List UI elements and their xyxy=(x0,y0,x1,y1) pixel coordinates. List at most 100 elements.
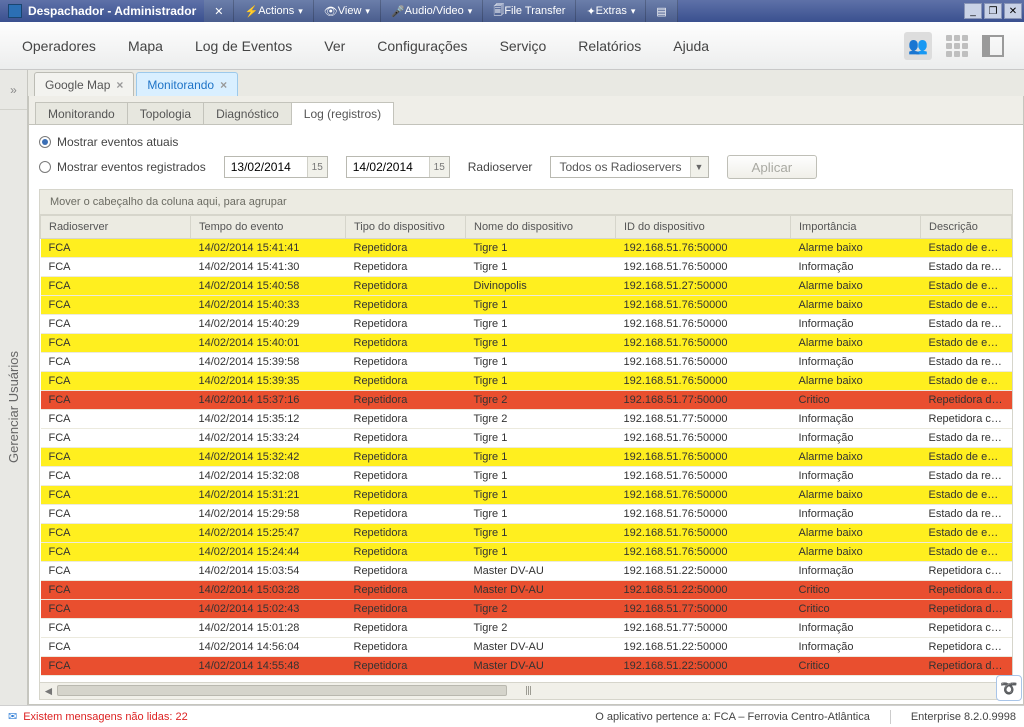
unread-messages[interactable]: ✉ Existem mensagens não lidas: 22 xyxy=(8,710,188,723)
table-row[interactable]: FCA14/02/2014 15:02:43RepetidoraTigre 21… xyxy=(41,600,1012,619)
cell-c1: FCA xyxy=(41,391,191,410)
cell-c4: Tigre 1 xyxy=(466,334,616,353)
menu-configuracoes[interactable]: Configurações xyxy=(361,22,483,69)
table-row[interactable]: FCA14/02/2014 15:40:58RepetidoraDivinopo… xyxy=(41,277,1012,296)
table-row[interactable]: FCA14/02/2014 15:03:28RepetidoraMaster D… xyxy=(41,581,1012,600)
actions-label: Actions xyxy=(258,5,294,17)
table-row[interactable]: FCA14/02/2014 15:25:47RepetidoraTigre 11… xyxy=(41,524,1012,543)
scroll-track[interactable] xyxy=(57,683,995,699)
table-row[interactable]: FCA14/02/2014 15:33:24RepetidoraTigre 11… xyxy=(41,429,1012,448)
col-importancia[interactable]: Importância xyxy=(791,216,921,239)
table-row[interactable]: FCA14/02/2014 14:55:48RepetidoraMaster D… xyxy=(41,657,1012,676)
panel-layout-icon[interactable] xyxy=(982,35,1004,57)
apply-button[interactable]: Aplicar xyxy=(727,155,818,179)
menu-mapa[interactable]: Mapa xyxy=(112,22,179,69)
scroll-thumb[interactable] xyxy=(57,685,507,696)
col-nome[interactable]: Nome do dispositivo xyxy=(466,216,616,239)
col-radioserver[interactable]: Radioserver xyxy=(41,216,191,239)
table-row[interactable]: FCA14/02/2014 15:37:16RepetidoraTigre 21… xyxy=(41,391,1012,410)
table-row[interactable]: FCA14/02/2014 15:35:12RepetidoraTigre 21… xyxy=(41,410,1012,429)
radio-registered-events[interactable]: Mostrar eventos registrados xyxy=(39,160,206,174)
inner-area: Monitorando Topologia Diagnóstico Log (r… xyxy=(28,96,1024,705)
scroll-left-arrow[interactable]: ◄ xyxy=(40,683,57,699)
cell-c4: Divinopolis xyxy=(466,277,616,296)
cell-c5: 192.168.51.77:50000 xyxy=(616,410,791,429)
table-row[interactable]: FCA14/02/2014 15:32:42RepetidoraTigre 11… xyxy=(41,448,1012,467)
tab-monitorando[interactable]: Monitorando × xyxy=(136,72,238,96)
table-row[interactable]: FCA14/02/2014 15:40:29RepetidoraTigre 11… xyxy=(41,315,1012,334)
col-tempo[interactable]: Tempo do evento xyxy=(191,216,346,239)
minimize-button[interactable]: _ xyxy=(964,3,982,19)
subtab-diagnostico[interactable]: Diagnóstico xyxy=(203,102,292,125)
subtab-topologia[interactable]: Topologia xyxy=(127,102,204,125)
table-row[interactable]: FCA14/02/2014 15:32:08RepetidoraTigre 11… xyxy=(41,467,1012,486)
radioserver-combo[interactable]: Todos os Radioservers ▼ xyxy=(550,156,708,178)
actions-menu[interactable]: ⚡ Actions▾ xyxy=(234,0,313,22)
audio-video-menu[interactable]: 🎤 Audio/Video▾ xyxy=(381,0,483,22)
teamviewer-badge-icon[interactable]: ➰ xyxy=(996,675,1022,701)
cell-c2: 14/02/2014 15:41:30 xyxy=(191,258,346,277)
table-row[interactable]: FCA14/02/2014 15:01:28RepetidoraTigre 21… xyxy=(41,619,1012,638)
radio-current-label: Mostrar eventos atuais xyxy=(57,135,178,149)
table-row[interactable]: FCA14/02/2014 15:41:30RepetidoraTigre 11… xyxy=(41,258,1012,277)
subtab-monitorando[interactable]: Monitorando xyxy=(35,102,128,125)
col-id[interactable]: ID do dispositivo xyxy=(616,216,791,239)
file-transfer-button[interactable]: 🗐 File Transfer xyxy=(483,0,576,22)
chevron-down-icon[interactable]: ▼ xyxy=(690,157,708,177)
grid-scroll[interactable]: Radioserver Tempo do evento Tipo do disp… xyxy=(39,215,1013,683)
menu-servico[interactable]: Serviço xyxy=(484,22,563,69)
table-row[interactable]: FCA14/02/2014 15:03:54RepetidoraMaster D… xyxy=(41,562,1012,581)
cell-c4: Tigre 2 xyxy=(466,391,616,410)
table-row[interactable]: FCA14/02/2014 14:56:04RepetidoraMaster D… xyxy=(41,638,1012,657)
tab-monitorando-close[interactable]: × xyxy=(220,78,227,92)
col-tipo[interactable]: Tipo do dispositivo xyxy=(346,216,466,239)
cell-c3: Repetidora xyxy=(346,334,466,353)
calendar-icon[interactable]: 15 xyxy=(429,157,449,177)
menu-operadores[interactable]: Operadores xyxy=(6,22,112,69)
calendar-icon[interactable]: 15 xyxy=(307,157,327,177)
cell-c4: Tigre 1 xyxy=(466,429,616,448)
rail-expand-button[interactable]: » xyxy=(0,70,27,110)
menu-ver[interactable]: Ver xyxy=(308,22,361,69)
date-from-input[interactable] xyxy=(225,160,307,174)
cell-c7: Repetidora cone xyxy=(921,410,1012,429)
horizontal-scrollbar[interactable]: ◄ ► xyxy=(39,683,1013,700)
group-by-hint[interactable]: Mover o cabeçalho da coluna aqui, para a… xyxy=(39,189,1013,215)
view-menu[interactable]: 👁 View▾ xyxy=(314,0,381,22)
cell-c6: Alarme baixo xyxy=(791,372,921,391)
table-row[interactable]: FCA14/02/2014 15:40:01RepetidoraTigre 11… xyxy=(41,334,1012,353)
tab-google-map-close[interactable]: × xyxy=(116,78,123,92)
table-row[interactable]: FCA14/02/2014 15:39:58RepetidoraTigre 11… xyxy=(41,353,1012,372)
table-row[interactable]: FCA14/02/2014 15:40:33RepetidoraTigre 11… xyxy=(41,296,1012,315)
cell-c2: 14/02/2014 15:02:43 xyxy=(191,600,346,619)
users-icon[interactable]: 👥 xyxy=(904,32,932,60)
extras-menu[interactable]: ✦ Extras▾ xyxy=(576,0,646,22)
subtab-log[interactable]: Log (registros) xyxy=(291,102,394,125)
cell-c1: FCA xyxy=(41,581,191,600)
close-button[interactable]: ✕ xyxy=(1004,3,1022,19)
table-row[interactable]: FCA14/02/2014 15:29:58RepetidoraTigre 11… xyxy=(41,505,1012,524)
table-row[interactable]: FCA14/02/2014 15:39:35RepetidoraTigre 11… xyxy=(41,372,1012,391)
cell-c3: Repetidora xyxy=(346,657,466,676)
menu-log-eventos[interactable]: Log de Eventos xyxy=(179,22,308,69)
table-row[interactable]: FCA14/02/2014 15:41:41RepetidoraTigre 11… xyxy=(41,239,1012,258)
rail-label[interactable]: Gerenciar Usuários xyxy=(0,110,27,705)
col-descricao[interactable]: Descrição xyxy=(921,216,1012,239)
radio-current-events[interactable]: Mostrar eventos atuais xyxy=(39,135,178,149)
cell-c6: Informação xyxy=(791,505,921,524)
table-row[interactable]: FCA14/02/2014 15:31:21RepetidoraTigre 11… xyxy=(41,486,1012,505)
menu-relatorios[interactable]: Relatórios xyxy=(562,22,657,69)
date-to-field[interactable]: 15 xyxy=(346,156,450,178)
date-from-field[interactable]: 15 xyxy=(224,156,328,178)
dialpad-icon[interactable] xyxy=(946,35,968,57)
fullscreen-button[interactable]: ▤ xyxy=(646,0,677,22)
tab-google-map[interactable]: Google Map × xyxy=(34,72,134,96)
remote-title-bar: Despachador - Administrador ✕ ⚡ Actions▾… xyxy=(0,0,1024,22)
cell-c5: 192.168.51.76:50000 xyxy=(616,543,791,562)
date-to-input[interactable] xyxy=(347,160,429,174)
close-session-button[interactable]: ✕ xyxy=(204,0,234,22)
menu-ajuda[interactable]: Ajuda xyxy=(657,22,725,69)
restore-button[interactable]: ❐ xyxy=(984,3,1002,19)
cell-c5: 192.168.51.27:50000 xyxy=(616,277,791,296)
table-row[interactable]: FCA14/02/2014 15:24:44RepetidoraTigre 11… xyxy=(41,543,1012,562)
